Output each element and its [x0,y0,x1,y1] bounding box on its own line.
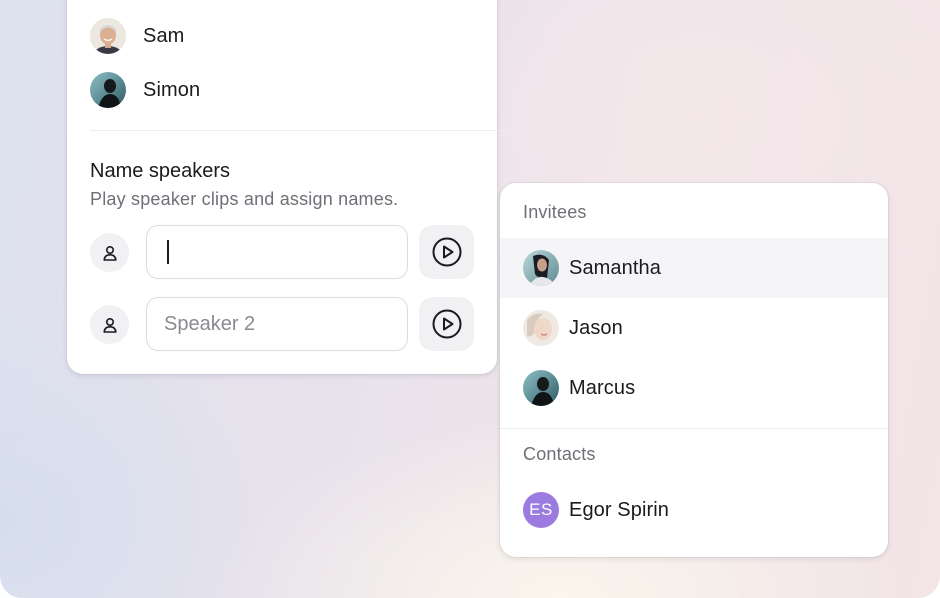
contacts-heading: Contacts [523,444,596,464]
invitee-item-marcus[interactable]: Marcus [500,358,888,418]
initials-avatar: ES [523,492,559,528]
assign-name-dropdown: Invitees Samantha Jason Marcus Contacts … [500,183,888,557]
play-circle-icon [432,237,461,267]
section-title: Name speakers [90,160,231,182]
speaker-row-2 [90,297,475,351]
divider [90,130,522,131]
user-icon [90,233,129,272]
section-subtitle: Play speaker clips and assign names. [90,189,399,209]
participant-row-sam: Sam [90,18,184,54]
invitees-heading: Invitees [523,202,587,222]
invitee-name: Marcus [569,376,636,399]
avatar [523,250,559,286]
participant-name: Simon [143,78,201,101]
user-icon [90,305,129,344]
divider [500,428,888,429]
play-circle-icon [432,309,461,339]
speaker-row-1 [90,225,475,279]
play-clip-button[interactable] [419,297,474,351]
invitee-item-jason[interactable]: Jason [500,298,888,358]
speaker-name-input[interactable] [146,297,408,351]
contact-name: Egor Spirin [569,498,670,521]
participant-row-simon: Simon [90,72,200,108]
invitee-name: Jason [569,316,623,339]
invitee-item-samantha[interactable]: Samantha [500,238,888,298]
speakers-panel: Sam Simon Name speakers Play speaker cli… [67,0,522,374]
text-caret [167,240,169,264]
contact-item-egor-spirin[interactable]: ES Egor Spirin [500,480,888,540]
participant-name: Sam [143,24,185,47]
invitee-name: Samantha [569,256,661,279]
avatar [90,18,126,54]
speaker-name-input[interactable] [146,225,408,279]
avatar [90,72,126,108]
play-clip-button[interactable] [419,225,474,279]
avatar [523,310,559,346]
avatar [523,370,559,406]
